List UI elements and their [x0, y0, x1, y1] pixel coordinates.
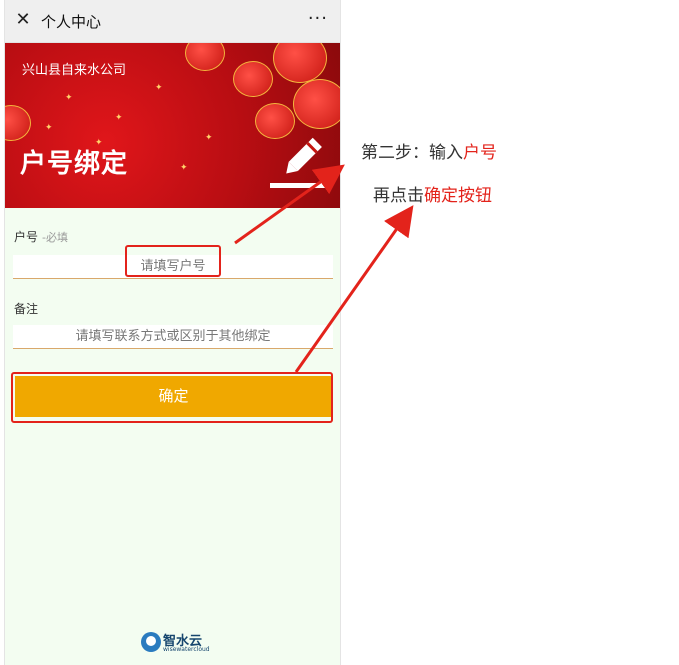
arrow-to-step-text [234, 164, 345, 245]
arrow-to-confirm-text [294, 205, 414, 373]
annotation-arrows [234, 164, 414, 373]
step-instruction: 第二步：输入户号 [361, 143, 497, 163]
confirm-instruction: 再点击确定按钮 [373, 186, 492, 206]
